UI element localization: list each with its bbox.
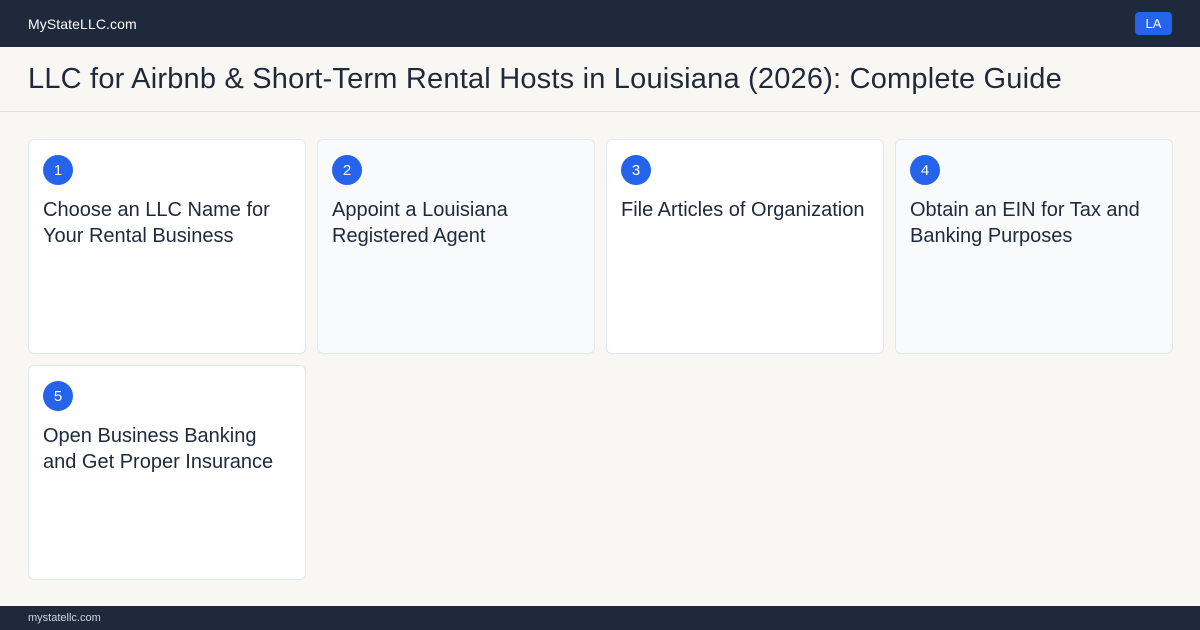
step-card: 2 Appoint a Louisiana Registered Agent <box>317 139 595 354</box>
state-badge: LA <box>1135 12 1172 35</box>
step-number-badge: 4 <box>910 155 940 185</box>
step-card: 4 Obtain an EIN for Tax and Banking Purp… <box>895 139 1173 354</box>
step-number-badge: 3 <box>621 155 651 185</box>
step-card: 1 Choose an LLC Name for Your Rental Bus… <box>28 139 306 354</box>
step-title: Open Business Banking and Get Proper Ins… <box>43 425 274 473</box>
footer-bar: mystatellc.com <box>0 606 1200 630</box>
step-card: 5 Open Business Banking and Get Proper I… <box>28 365 306 580</box>
step-card: 3 File Articles of Organization <box>606 139 884 354</box>
step-title: Choose an LLC Name for Your Rental Busin… <box>43 199 270 247</box>
steps-grid: 1 Choose an LLC Name for Your Rental Bus… <box>28 139 1173 580</box>
top-bar: MyStateLLC.com LA <box>0 0 1200 47</box>
step-title: Appoint a Louisiana Registered Agent <box>332 199 508 247</box>
step-number-badge: 1 <box>43 155 73 185</box>
step-number-badge: 2 <box>332 155 362 185</box>
step-title: Obtain an EIN for Tax and Banking Purpos… <box>910 199 1140 247</box>
step-number-badge: 5 <box>43 381 73 411</box>
title-band: LLC for Airbnb & Short-Term Rental Hosts… <box>0 47 1200 112</box>
page-title: LLC for Airbnb & Short-Term Rental Hosts… <box>28 62 1062 95</box>
footer-domain[interactable]: mystatellc.com <box>28 612 101 624</box>
site-brand[interactable]: MyStateLLC.com <box>28 16 137 32</box>
step-title: File Articles of Organization <box>621 199 865 221</box>
